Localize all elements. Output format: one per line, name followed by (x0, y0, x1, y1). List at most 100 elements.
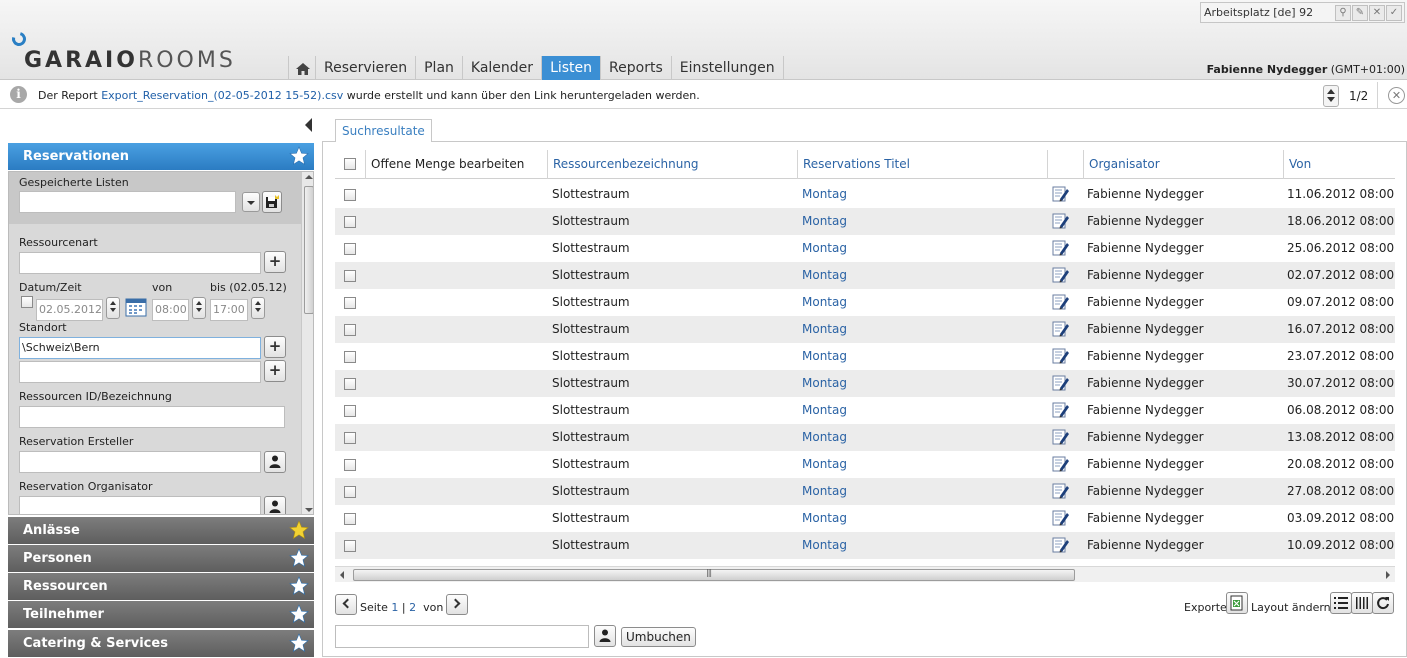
save-list-button[interactable] (262, 191, 282, 213)
page-link-2[interactable]: 2 (409, 601, 416, 614)
nav-tab-einstellungen[interactable]: Einstellungen (672, 56, 784, 80)
cell-title-link[interactable]: Montag (802, 478, 1042, 505)
scroll-left-icon[interactable] (340, 571, 344, 579)
cell-title-link[interactable]: Montag (802, 451, 1042, 478)
row-checkbox[interactable] (344, 351, 356, 363)
table-row[interactable]: Slottestraum Montag Fabienne Nydegger 06.08… (335, 397, 1395, 424)
location-input-2[interactable] (19, 361, 261, 383)
filter-panel-scrollbar[interactable] (301, 172, 313, 514)
list-layout-button[interactable] (1330, 592, 1352, 614)
cell-title-link[interactable]: Montag (802, 397, 1042, 424)
resource-id-input[interactable] (19, 406, 285, 428)
table-row[interactable]: Slottestraum Montag Fabienne Nydegger 23.07… (335, 343, 1395, 370)
from-time-input[interactable]: 08:00 (152, 299, 189, 321)
refresh-layout-button[interactable] (1372, 592, 1394, 614)
table-row[interactable]: Slottestraum Montag Fabienne Nydegger 25.06… (335, 235, 1395, 262)
star-icon[interactable] (289, 633, 309, 653)
cell-title-link[interactable]: Montag (802, 289, 1042, 316)
cell-title-link[interactable]: Montag (802, 532, 1042, 559)
column-header-organisator[interactable]: Organisator (1083, 150, 1283, 179)
saved-lists-select[interactable] (19, 191, 236, 213)
scroll-up-icon[interactable] (305, 175, 313, 179)
scrollbar-thumb[interactable] (304, 186, 313, 314)
nav-tab-plan[interactable]: Plan (416, 56, 463, 80)
add-resource-type-button[interactable]: + (264, 251, 286, 273)
calendar-icon[interactable] (125, 297, 147, 317)
column-header-offene-menge[interactable]: Offene Menge bearbeiten (365, 150, 547, 179)
row-checkbox[interactable] (344, 378, 356, 390)
to-time-input[interactable]: 17:00 (210, 299, 248, 321)
notification-close-icon[interactable]: ✕ (1388, 87, 1405, 104)
check-icon[interactable]: ✓ (1386, 5, 1402, 21)
star-icon[interactable] (289, 146, 309, 166)
table-row[interactable]: Slottestraum Montag Fabienne Nydegger 30.07… (335, 370, 1395, 397)
pencil-icon[interactable]: ✎ (1352, 5, 1368, 21)
column-header-reservations-titel[interactable]: Reservations Titel (797, 150, 1047, 179)
scroll-down-icon[interactable] (305, 508, 313, 512)
cell-title-link[interactable]: Montag (802, 316, 1042, 343)
nav-tab-listen[interactable]: Listen (542, 56, 602, 80)
organizer-input[interactable] (19, 496, 261, 514)
select-organizer-button[interactable] (264, 496, 286, 514)
grid-horizontal-scrollbar[interactable] (335, 566, 1395, 582)
section-ressourcen[interactable]: Ressourcen (8, 573, 314, 600)
page-link-1[interactable]: 1 (391, 601, 398, 614)
umbuchen-button[interactable]: Umbuchen (621, 627, 696, 647)
datetime-checkbox[interactable] (21, 296, 33, 308)
saved-lists-dropdown-button[interactable] (242, 192, 260, 212)
column-header-ressourcenbezeichnung[interactable]: Ressourcenbezeichnung (547, 150, 797, 179)
add-location-button-2[interactable]: + (264, 360, 286, 382)
row-checkbox[interactable] (344, 405, 356, 417)
row-checkbox[interactable] (344, 540, 356, 552)
edit-reservation-icon[interactable] (1052, 428, 1070, 446)
from-time-spinner[interactable] (192, 297, 206, 319)
table-row[interactable]: Slottestraum Montag Fabienne Nydegger 03.09… (335, 505, 1395, 532)
cell-title-link[interactable]: Montag (802, 208, 1042, 235)
section-anlaesse[interactable]: Anlässe (8, 517, 314, 544)
row-checkbox[interactable] (344, 297, 356, 309)
notification-pager-spinner[interactable] (1323, 85, 1339, 107)
row-checkbox[interactable] (344, 513, 356, 525)
table-row[interactable]: Slottestraum Montag Fabienne Nydegger 02.07… (335, 262, 1395, 289)
date-spinner[interactable] (106, 297, 120, 319)
edit-reservation-icon[interactable] (1052, 266, 1070, 284)
add-location-button[interactable]: + (264, 336, 286, 358)
section-personen[interactable]: Personen (8, 545, 314, 572)
row-checkbox[interactable] (344, 486, 356, 498)
edit-reservation-icon[interactable] (1052, 212, 1070, 230)
edit-reservation-icon[interactable] (1052, 320, 1070, 338)
home-button[interactable] (288, 56, 316, 80)
row-checkbox[interactable] (344, 459, 356, 471)
select-all-checkbox[interactable] (344, 158, 356, 170)
search-icon[interactable]: ⚲ (1335, 5, 1351, 21)
star-icon[interactable] (289, 520, 309, 540)
row-checkbox[interactable] (344, 243, 356, 255)
edit-reservation-icon[interactable] (1052, 536, 1070, 554)
row-checkbox[interactable] (344, 189, 356, 201)
column-layout-button[interactable] (1351, 592, 1373, 614)
edit-reservation-icon[interactable] (1052, 347, 1070, 365)
select-creator-button[interactable] (264, 451, 286, 473)
cell-title-link[interactable]: Montag (802, 181, 1042, 208)
select-person-button[interactable] (594, 625, 616, 647)
previous-page-button[interactable] (335, 594, 357, 615)
section-reservationen[interactable]: Reservationen (8, 143, 314, 170)
row-checkbox[interactable] (344, 270, 356, 282)
edit-reservation-icon[interactable] (1052, 509, 1070, 527)
user-name[interactable]: Fabienne Nydegger (1207, 63, 1328, 76)
table-row[interactable]: Slottestraum Montag Fabienne Nydegger 13.08… (335, 424, 1395, 451)
date-input[interactable]: 02.05.2012 (36, 299, 103, 321)
row-checkbox[interactable] (344, 216, 356, 228)
edit-reservation-icon[interactable] (1052, 185, 1070, 203)
nav-tab-reports[interactable]: Reports (601, 56, 672, 80)
edit-reservation-icon[interactable] (1052, 374, 1070, 392)
scroll-right-icon[interactable] (1386, 571, 1390, 579)
table-row[interactable]: Slottestraum Montag Fabienne Nydegger 09.07… (335, 289, 1395, 316)
next-page-button[interactable] (446, 594, 468, 615)
rebooking-input[interactable] (335, 625, 589, 648)
cell-title-link[interactable]: Montag (802, 370, 1042, 397)
cell-title-link[interactable]: Montag (802, 343, 1042, 370)
row-checkbox[interactable] (344, 324, 356, 336)
column-header-von[interactable]: Von (1283, 150, 1395, 179)
table-row[interactable]: Slottestraum Montag Fabienne Nydegger 16.07… (335, 316, 1395, 343)
